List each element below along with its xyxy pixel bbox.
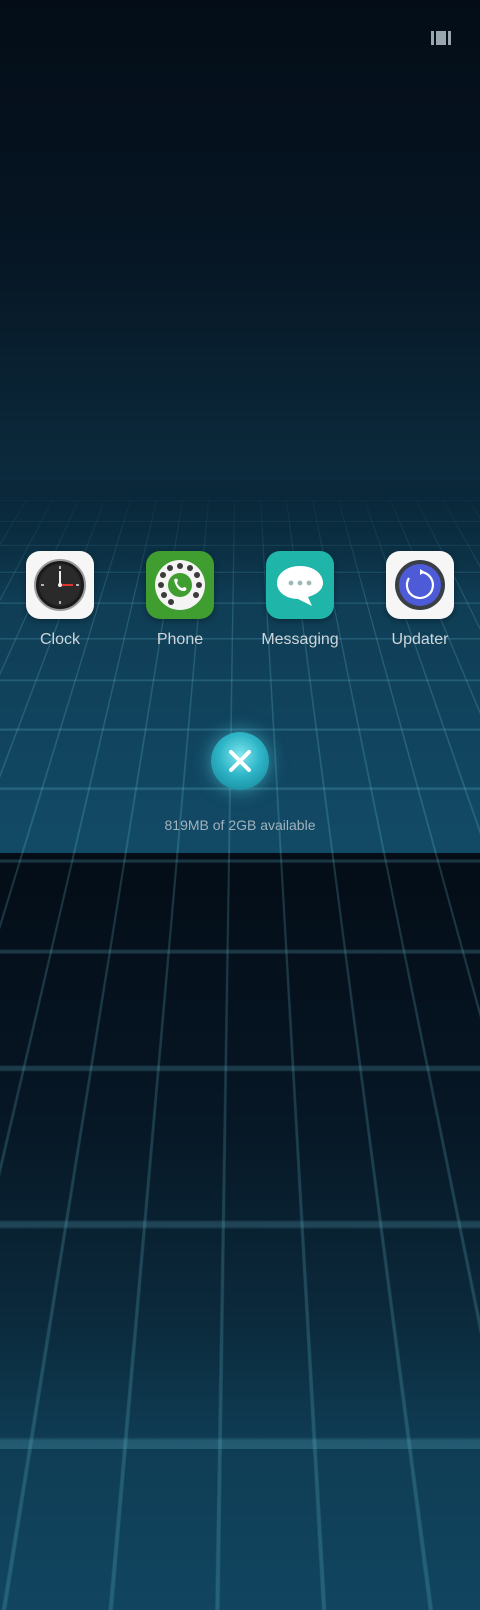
background-grid	[0, 500, 480, 1610]
multi-window-icon[interactable]	[431, 30, 451, 46]
recent-app-phone[interactable]: Phone	[120, 551, 240, 649]
recent-apps-row: Clock Phone Messaging Updater	[0, 551, 480, 649]
memory-status: 819MB of 2GB available	[164, 817, 316, 833]
clock-icon[interactable]	[26, 551, 94, 619]
app-label: Messaging	[261, 631, 339, 648]
phone-dial-icon[interactable]	[146, 551, 214, 619]
message-bubble-icon[interactable]	[266, 551, 334, 619]
recent-app-clock[interactable]: Clock	[0, 551, 120, 649]
app-label: Phone	[156, 631, 204, 648]
close-icon	[229, 750, 251, 772]
updater-icon[interactable]	[386, 551, 454, 619]
app-label: Clock	[39, 631, 80, 648]
recent-app-messaging[interactable]: Messaging	[240, 551, 360, 649]
recent-app-updater[interactable]: Updater	[360, 551, 480, 649]
clear-all-button[interactable]	[211, 732, 269, 790]
app-label: Updater	[391, 631, 449, 648]
